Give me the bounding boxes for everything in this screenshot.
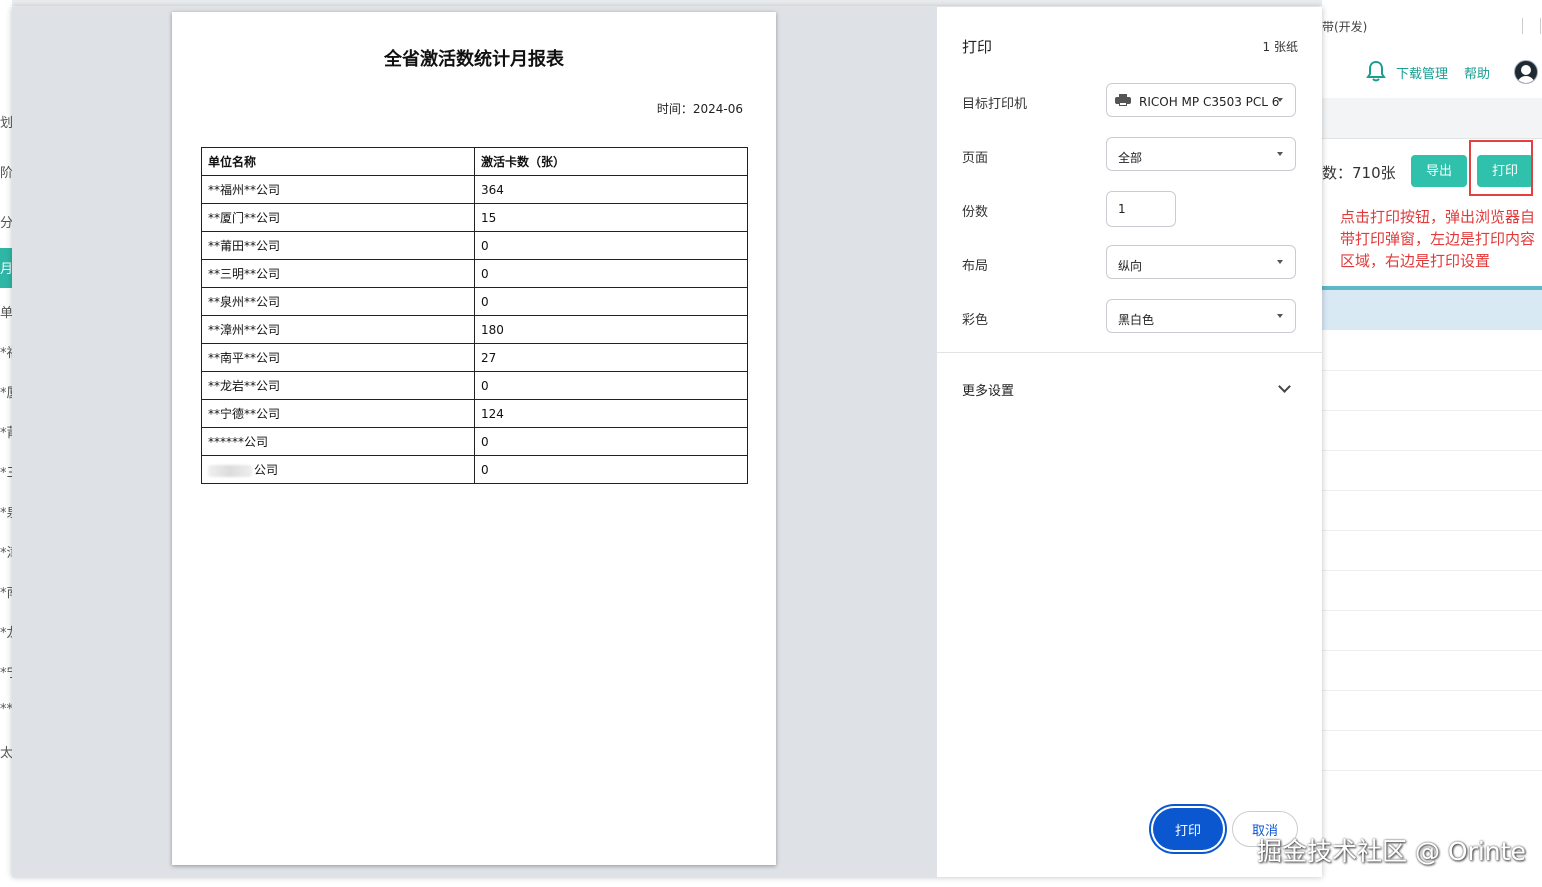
sidebar-fragment: *福 bbox=[0, 346, 12, 361]
left-sidebar-fragment: 划 阶 分: 月 单位 *福 *厦 *莆 *三 *泉 *漳 *南 *龙 *宁 *… bbox=[0, 0, 12, 887]
table-row bbox=[1322, 370, 1542, 411]
download-manager-link[interactable]: 下载管理 bbox=[1396, 63, 1448, 82]
printer-icon bbox=[1115, 94, 1131, 106]
printer-label: 目标打印机 bbox=[962, 97, 1028, 112]
table-row: **泉州**公司 0 bbox=[201, 287, 748, 316]
sidebar-fragment: 太口 bbox=[0, 746, 12, 761]
sidebar-fragment: *厦 bbox=[0, 386, 12, 401]
table-row bbox=[1322, 410, 1542, 451]
color-select[interactable]: 黑白色 bbox=[1106, 299, 1296, 333]
color-label: 彩色 bbox=[962, 313, 989, 328]
sidebar-active-item[interactable]: 月 bbox=[0, 248, 12, 288]
divider bbox=[937, 352, 1322, 353]
layout-label: 布局 bbox=[962, 259, 989, 274]
table-row: 公司 0 bbox=[201, 455, 748, 484]
table-row: **莆田**公司 0 bbox=[201, 231, 748, 260]
table-row: **福州**公司 364 bbox=[201, 175, 748, 204]
sidebar-fragment: 分: bbox=[0, 216, 12, 231]
pages-select[interactable]: 全部 bbox=[1106, 137, 1296, 171]
table-row bbox=[1322, 730, 1542, 771]
column-header: 激活卡数（张） bbox=[474, 147, 748, 176]
background-right-panel: 带(开发) 下载管理 帮助 数：710张 导出 打印 点击打印按钮，弹出浏览器自… bbox=[1322, 0, 1542, 887]
annotation-note: 点击打印按钮，弹出浏览器自带打印弹窗，左边是打印内容区域，右边是打印设置 bbox=[1340, 208, 1536, 270]
table-row bbox=[1322, 330, 1542, 371]
table-header bbox=[1322, 290, 1542, 330]
table-row: **龙岩**公司 0 bbox=[201, 371, 748, 400]
highlight-box bbox=[1469, 140, 1533, 196]
table-row: **厦门**公司 15 bbox=[201, 203, 748, 232]
chevron-down-icon[interactable] bbox=[1278, 380, 1291, 393]
table-header-row: 单位名称 激活卡数（张） bbox=[201, 147, 748, 176]
sidebar-fragment: 划 bbox=[0, 116, 12, 131]
chevron-down-icon bbox=[1277, 314, 1283, 318]
print-submit-button[interactable]: 打印 bbox=[1153, 808, 1223, 850]
help-link[interactable]: 帮助 bbox=[1464, 63, 1490, 82]
sheet-count: 1 张纸 bbox=[1262, 40, 1298, 54]
export-button[interactable]: 导出 bbox=[1411, 155, 1467, 187]
preview-page: 全省激活数统计月报表 时间：2024-06 单位名称 激活卡数（张） **福州*… bbox=[172, 12, 776, 865]
chevron-down-icon bbox=[1277, 98, 1283, 102]
table-row bbox=[1322, 690, 1542, 731]
table-row bbox=[1322, 490, 1542, 531]
table-row bbox=[1322, 530, 1542, 571]
layout-select[interactable]: 纵向 bbox=[1106, 245, 1296, 279]
env-label: 带(开发) bbox=[1322, 20, 1368, 34]
table-row bbox=[1322, 650, 1542, 691]
print-preview-area[interactable]: 全省激活数统计月报表 时间：2024-06 单位名称 激活卡数（张） **福州*… bbox=[12, 7, 937, 877]
table-row: **南平**公司 27 bbox=[201, 343, 748, 372]
sidebar-fragment: *漳 bbox=[0, 546, 12, 561]
table-row: **漳州**公司 180 bbox=[201, 315, 748, 344]
table-row: **宁德**公司 124 bbox=[201, 399, 748, 428]
print-settings-panel: 打印 1 张纸 目标打印机 RICOH MP C3503 PCL 6 页面 全部… bbox=[937, 7, 1322, 877]
sidebar-fragment: 单位 bbox=[0, 306, 12, 321]
more-settings-toggle[interactable]: 更多设置 bbox=[962, 380, 1014, 399]
print-dialog: 全省激活数统计月报表 时间：2024-06 单位名称 激活卡数（张） **福州*… bbox=[12, 7, 1322, 877]
report-date: 时间：2024-06 bbox=[656, 102, 743, 116]
toolbar-band bbox=[1322, 98, 1542, 139]
divider bbox=[1540, 18, 1541, 34]
divider bbox=[1522, 18, 1523, 34]
report-table: 单位名称 激活卡数（张） **福州**公司 364 **厦门**公司 15 **莆田… bbox=[201, 147, 748, 484]
color-value: 黑白色 bbox=[1118, 313, 1155, 327]
sidebar-fragment: ** bbox=[0, 702, 12, 717]
browser-top-strip bbox=[0, 0, 1542, 6]
column-header: 单位名称 bbox=[201, 147, 475, 176]
sidebar-fragment: *宁 bbox=[0, 666, 12, 681]
redacted-blur bbox=[208, 464, 252, 477]
chevron-down-icon bbox=[1277, 260, 1283, 264]
avatar[interactable] bbox=[1514, 60, 1538, 84]
copies-label: 份数 bbox=[962, 205, 989, 220]
table-row: ******公司 0 bbox=[201, 427, 748, 456]
total-count: 数：710张 bbox=[1322, 164, 1396, 182]
printer-value: RICOH MP C3503 PCL 6 bbox=[1139, 95, 1280, 109]
table-row bbox=[1322, 570, 1542, 611]
pages-label: 页面 bbox=[962, 151, 989, 166]
watermark: 掘金技术社区 @ Orinte bbox=[1257, 837, 1526, 866]
report-title: 全省激活数统计月报表 bbox=[384, 49, 564, 70]
table-row bbox=[1322, 450, 1542, 491]
settings-title: 打印 bbox=[962, 38, 993, 56]
bell-icon[interactable] bbox=[1366, 60, 1386, 82]
table-row bbox=[1322, 610, 1542, 651]
sidebar-fragment: *三 bbox=[0, 466, 12, 481]
printer-select[interactable]: RICOH MP C3503 PCL 6 bbox=[1106, 83, 1296, 117]
sidebar-fragment: *南 bbox=[0, 586, 12, 601]
sidebar-fragment: *莆 bbox=[0, 426, 12, 441]
table-row: **三明**公司 0 bbox=[201, 259, 748, 288]
layout-value: 纵向 bbox=[1118, 259, 1143, 273]
pages-value: 全部 bbox=[1118, 151, 1143, 165]
sidebar-fragment: *龙 bbox=[0, 626, 12, 641]
sidebar-fragment: 阶 bbox=[0, 166, 12, 181]
chevron-down-icon bbox=[1277, 152, 1283, 156]
copies-input[interactable] bbox=[1106, 191, 1176, 227]
sidebar-fragment: *泉 bbox=[0, 506, 12, 521]
